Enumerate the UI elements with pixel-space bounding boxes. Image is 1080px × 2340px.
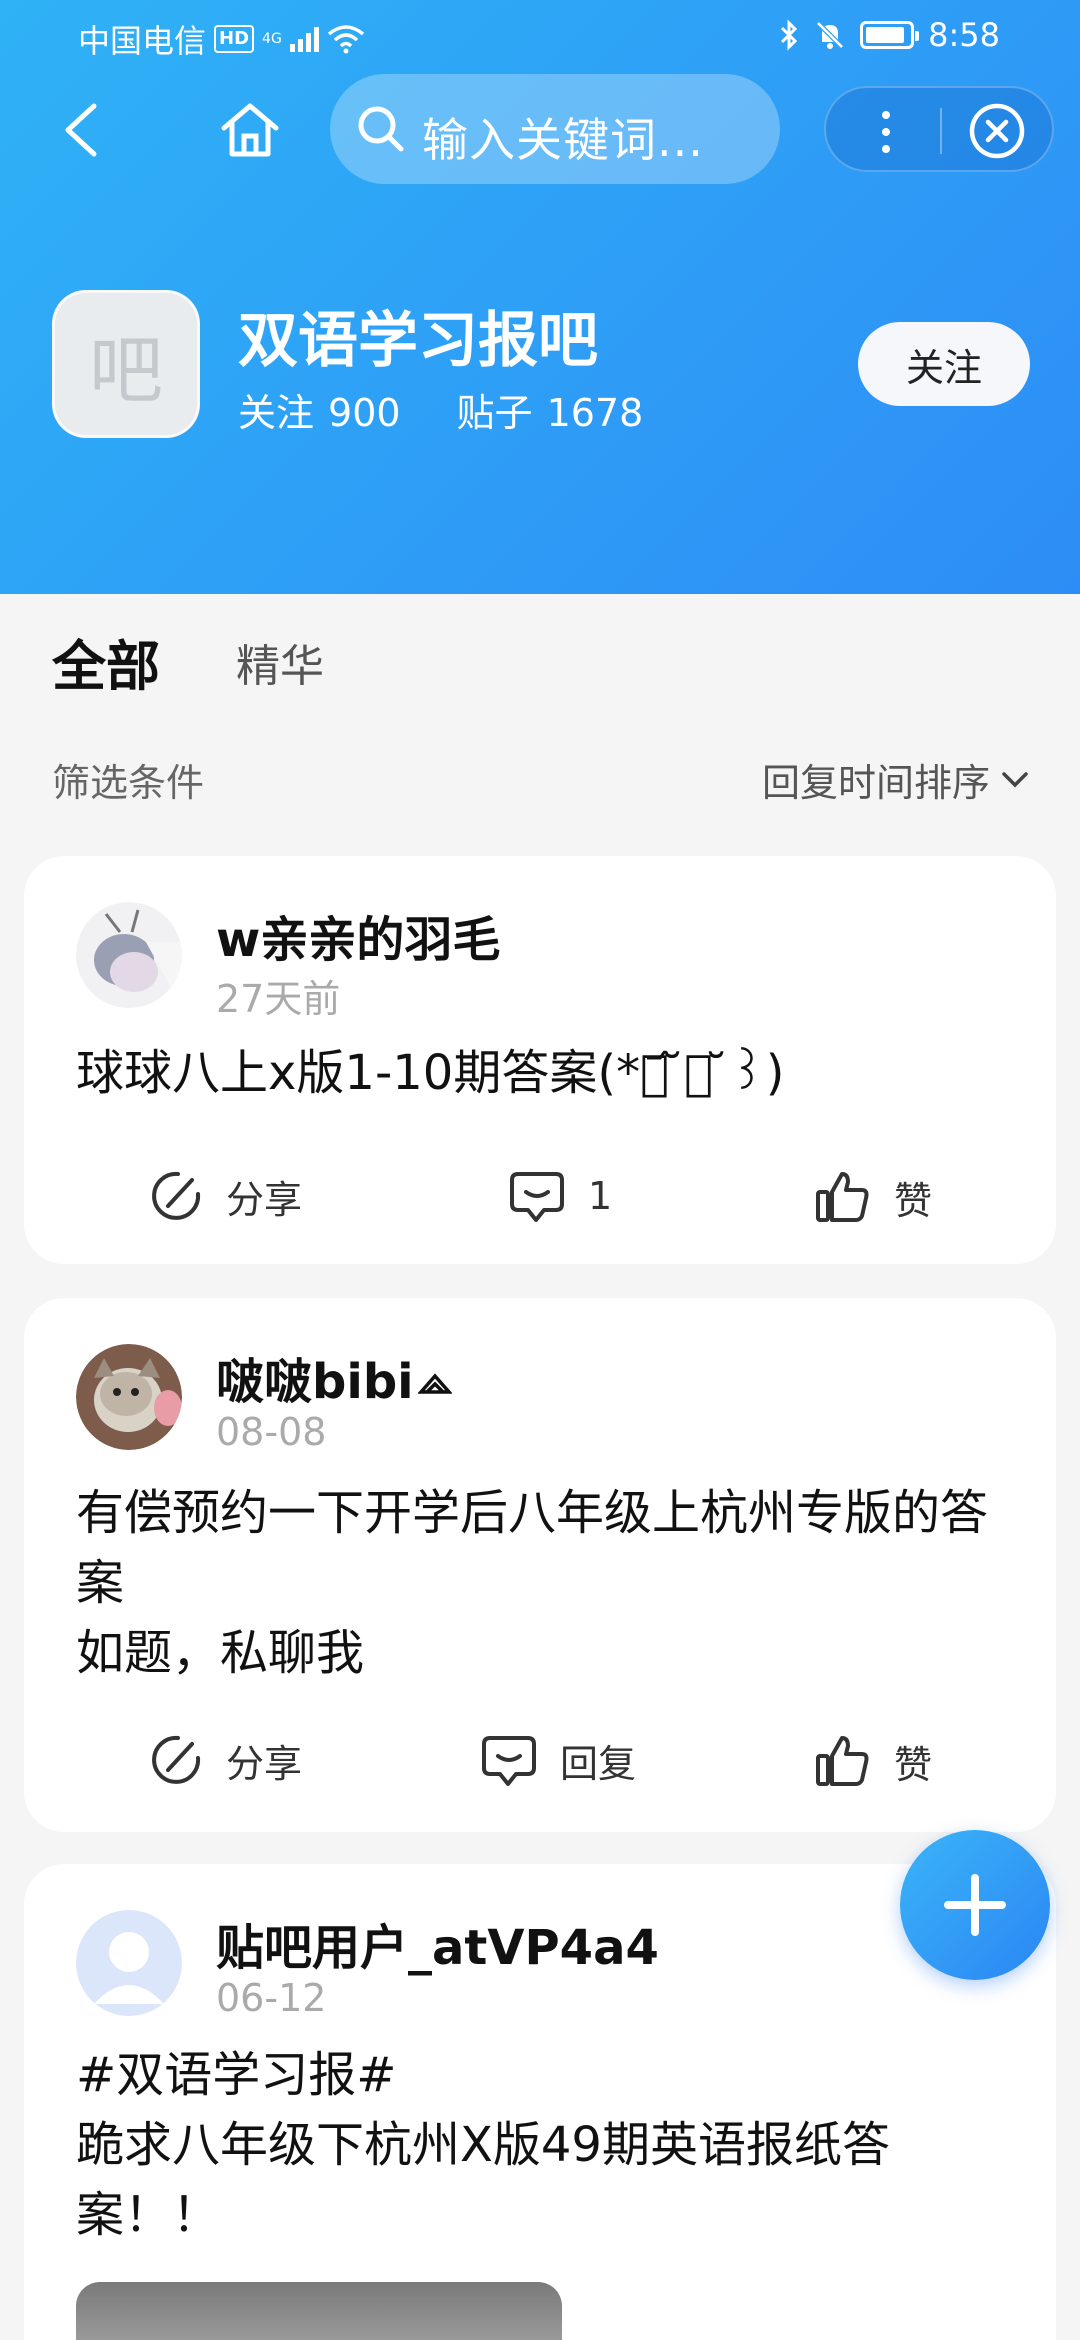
search-icon [358,106,404,152]
post-stat-label: 贴子 [456,391,533,435]
sort-label: 回复时间排序 [761,761,990,805]
clock: 8:58 [928,16,1000,54]
follow-stat: 关注 900 [238,382,401,437]
more-icon[interactable] [882,106,892,156]
user-avatar[interactable] [76,1344,182,1450]
home-icon[interactable] [218,98,282,162]
post-stat: 贴子 1678 [457,382,644,437]
filter-button[interactable]: 筛选条件 [52,752,204,807]
comment-icon [482,1736,536,1786]
network-type: 4G [262,31,282,47]
thumbs-up-icon [816,1736,869,1786]
like-button[interactable]: 赞 [814,1168,932,1226]
mini-program-capsule [824,86,1054,172]
status-bar: 中国电信 HD 4G 8:58 [0,0,1080,72]
like-label: 赞 [894,1178,933,1223]
user-avatar[interactable] [76,1910,182,2016]
user-avatar[interactable] [76,902,182,1008]
post-stat-count: 1678 [546,391,644,435]
follow-button[interactable]: 关注 [858,322,1030,406]
signal-icon [289,26,319,52]
share-button[interactable]: 分享 [148,1168,302,1224]
follow-stat-label: 关注 [238,391,315,435]
forum-avatar-char: 吧 [89,327,163,414]
post-time: 06-12 [216,1976,327,2020]
reply-button[interactable]: 回复 [480,1732,636,1788]
wifi-icon [327,25,364,54]
forum-stats: 关注 900 贴子 1678 [238,382,643,437]
sort-dropdown[interactable]: 回复时间排序 [762,752,1030,807]
post-actions: 分享 回复 赞 [24,1732,1056,1812]
post-image[interactable] [76,2282,562,2340]
post-card[interactable]: 啵啵bibi 08-08 有偿预约一下开学后八年级上杭州专版的答案 如题，私聊我… [24,1298,1056,1832]
search-placeholder: 输入关键词... [422,113,704,167]
share-icon [152,1171,201,1220]
battery-icon [860,21,920,49]
search-bar[interactable]: 输入关键词... [330,74,780,184]
reply-button[interactable]: 1 [508,1168,612,1224]
like-label: 赞 [894,1742,933,1787]
like-button[interactable]: 赞 [814,1732,932,1790]
post-card[interactable]: w亲亲的羽毛 27天前 球球八上x版1-10期答案(*꒰᷄ ̆⌓ ̆꒱) 分享 … [24,856,1056,1264]
thumbs-up-icon [816,1172,869,1222]
back-arrow-icon[interactable] [54,100,114,160]
forum-avatar: 吧 [52,290,200,438]
reply-count: 1 [588,1174,613,1218]
username[interactable]: w亲亲的羽毛 [216,900,500,970]
forum-header: 中国电信 HD 4G 8:58 输入关键词... 吧 双语学习报吧 关注 900 … [0,0,1080,594]
share-button[interactable]: 分享 [148,1732,302,1788]
tab-best[interactable]: 精华 [236,630,324,694]
mute-bell-icon [816,21,844,49]
share-icon [152,1735,201,1784]
post-card[interactable]: 贴吧用户_atVP4a4 06-12 #双语学习报# 跪求八年级下杭州X版49期… [24,1864,1056,2340]
share-label: 分享 [226,1177,303,1222]
username[interactable]: 啵啵bibi [216,1342,453,1412]
username[interactable]: 贴吧用户_atVP4a4 [216,1908,659,1978]
post-content[interactable]: 球球八上x版1-10期答案(*꒰᷄ ̆⌓ ̆꒱) [76,1038,1016,1108]
tab-bar: 全部 精华 [0,594,1080,718]
username-text: 啵啵bibi [216,1354,414,1410]
hd-badge: HD [214,25,255,53]
share-label: 分享 [226,1741,303,1786]
nav-bar: 输入关键词... [0,72,1080,184]
comment-icon [510,1172,564,1222]
reply-label: 回复 [560,1741,637,1786]
new-post-button[interactable] [900,1830,1050,1980]
capsule-divider [940,108,942,154]
follow-stat-count: 900 [328,391,401,435]
close-circle-icon[interactable] [968,102,1026,160]
bluetooth-icon [781,19,798,51]
badge-icon [416,1373,453,1394]
post-time: 27天前 [216,977,341,1021]
post-time: 08-08 [216,1410,327,1454]
chevron-down-icon [1002,771,1028,787]
carrier-name: 中国电信 [78,22,207,60]
forum-name: 双语学习报吧 [238,306,598,376]
post-content[interactable]: 有偿预约一下开学后八年级上杭州专版的答案 如题，私聊我 [76,1478,1016,1688]
post-content[interactable]: #双语学习报# 跪求八年级下杭州X版49期英语报纸答案！！ [76,2040,1016,2250]
tab-all[interactable]: 全部 [52,622,160,701]
post-actions: 分享 1 赞 [24,1168,1056,1248]
